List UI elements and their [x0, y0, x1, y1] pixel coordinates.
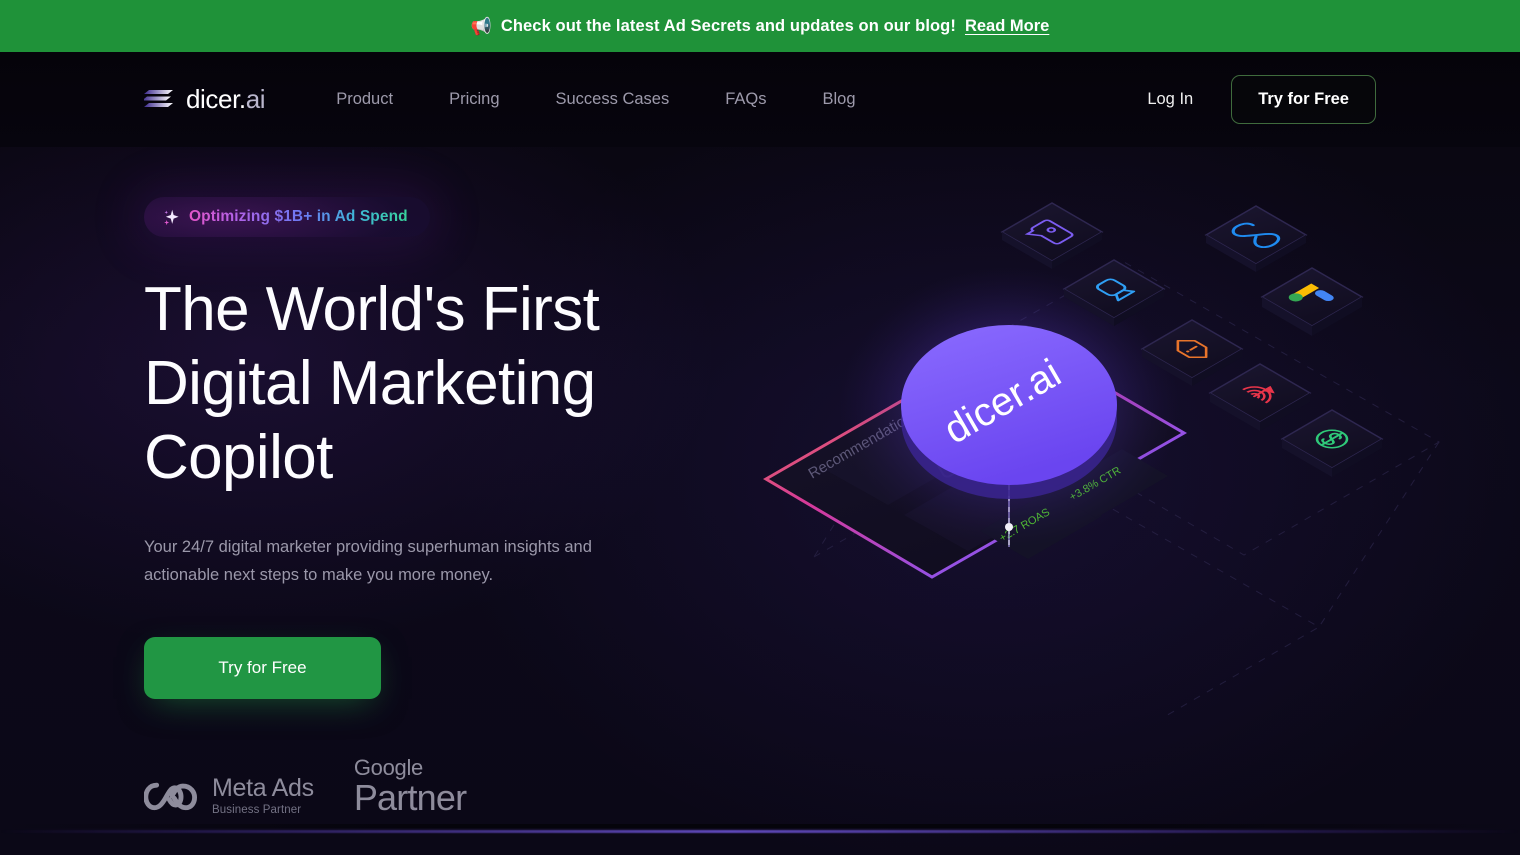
nav-link-faqs[interactable]: FAQs: [697, 80, 794, 119]
tile-google-ads: [1260, 267, 1364, 336]
isometric-copilot-graphic: +2.7 ROAS +3.8% CTR Recommendations: [763, 202, 1441, 717]
nav-link-blog[interactable]: Blog: [794, 80, 883, 119]
nav-link-success-cases[interactable]: Success Cases: [528, 80, 698, 119]
logo-text: dicer.ai: [186, 84, 266, 115]
tile-chat-analytics: [1000, 202, 1104, 269]
sparkle-icon: [164, 209, 179, 225]
logo[interactable]: dicer.ai: [144, 84, 266, 115]
hero-headline: The World's First Digital Marketing Copi…: [144, 275, 600, 492]
section-divider-glow: [0, 830, 1520, 833]
nav-actions: Log In Try for Free: [1129, 75, 1376, 124]
google-partner-badge: Google Partner: [353, 755, 467, 818]
tile-target: [1208, 363, 1312, 431]
hero-page: dicer.ai Product Pricing Success Cases F…: [0, 52, 1520, 855]
read-more-link[interactable]: Read More: [965, 17, 1049, 36]
partner-badges: Meta Ads Business Partner Google Partner: [144, 757, 784, 816]
google-partner-title: Google: [353, 755, 423, 780]
meta-ads-text: Meta Ads Business Partner: [212, 774, 314, 817]
announcement-banner: 📢 Check out the latest Ad Secrets and up…: [0, 0, 1520, 52]
nav-links: Product Pricing Success Cases FAQs Blog: [308, 80, 883, 119]
logo-name: dicer: [186, 84, 239, 114]
tile-dollar: [1280, 409, 1384, 477]
nav-link-product[interactable]: Product: [308, 80, 421, 119]
announcement-text: Check out the latest Ad Secrets and upda…: [500, 16, 956, 35]
meta-ads-partner-badge: Meta Ads Business Partner: [144, 775, 314, 816]
meta-ads-subtitle: Business Partner: [212, 804, 302, 816]
hero-badge: Optimizing $1B+ in Ad Spend: [144, 197, 430, 237]
hero-copy: Optimizing $1B+ in Ad Spend The World's …: [144, 147, 784, 816]
megaphone-icon: 📢: [470, 16, 492, 36]
login-link[interactable]: Log In: [1129, 80, 1211, 119]
hero-badge-text: Optimizing $1B+ in Ad Spend: [189, 208, 408, 225]
tile-meta: [1204, 205, 1308, 272]
section-divider-shadow: [0, 824, 1520, 828]
hero-try-free-button[interactable]: Try for Free: [144, 637, 381, 699]
main-navigation: dicer.ai Product Pricing Success Cases F…: [0, 52, 1520, 147]
logo-dot: .: [238, 84, 246, 114]
google-partner-subtitle: Partner: [353, 777, 467, 818]
stacked-bars-icon: [144, 89, 173, 107]
nav-link-pricing[interactable]: Pricing: [421, 80, 527, 119]
hero-illustration: +2.7 ROAS +3.8% CTR Recommendations: [763, 147, 1441, 717]
hero-section: Optimizing $1B+ in Ad Spend The World's …: [0, 147, 1520, 816]
nav-try-free-button[interactable]: Try for Free: [1231, 75, 1376, 124]
logo-suffix: ai: [245, 84, 266, 114]
hero-subheadline: Your 24/7 digital marketer providing sup…: [144, 538, 592, 584]
meta-infinity-icon: [144, 782, 198, 810]
meta-ads-title: Meta Ads: [212, 774, 314, 802]
